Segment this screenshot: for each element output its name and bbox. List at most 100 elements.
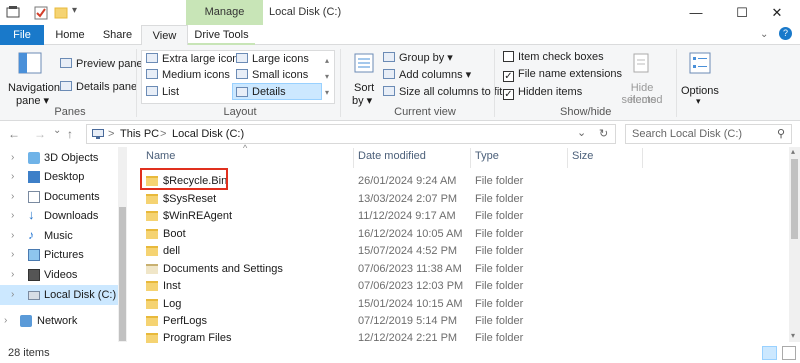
table-row[interactable]: Inst 07/06/2023 12:03 PM File folder bbox=[138, 277, 618, 296]
group-separator bbox=[340, 49, 341, 117]
nav-item-pictures[interactable]: › Pictures bbox=[0, 245, 118, 265]
group-by-button[interactable]: Group by ▾ bbox=[383, 51, 453, 64]
qat-customize-icon[interactable]: ▾ bbox=[72, 5, 77, 16]
this-pc-icon bbox=[92, 129, 104, 139]
add-columns-icon bbox=[383, 69, 395, 79]
column-divider[interactable] bbox=[567, 148, 568, 168]
sort-by-button[interactable]: Sort by ▾ bbox=[350, 50, 380, 107]
breadcrumb-local-disk[interactable]: Local Disk (C:) bbox=[172, 128, 244, 140]
checkbox-checked-icon: ✓ bbox=[503, 89, 514, 100]
tab-view[interactable]: View bbox=[141, 25, 188, 46]
collapse-ribbon-icon[interactable]: ⌄ bbox=[760, 29, 768, 40]
hidden-items-checkbox[interactable]: ✓ Hidden items bbox=[503, 86, 582, 100]
title-bar: ▾ Manage Local Disk (C:) — ☐ ✕ bbox=[0, 0, 800, 25]
column-header-date[interactable]: Date modified bbox=[358, 150, 426, 162]
chevron-right-icon[interactable]: › bbox=[11, 245, 14, 265]
nav-item-videos[interactable]: › Videos bbox=[0, 265, 118, 285]
3d-objects-icon bbox=[28, 152, 40, 164]
nav-item-network[interactable]: › Network bbox=[0, 311, 118, 331]
file-list: ^ Name Date modified Type Size $Recycle.… bbox=[130, 143, 790, 344]
refresh-button[interactable]: ↻ bbox=[599, 127, 608, 140]
checkbox-unchecked bbox=[503, 51, 514, 62]
layout-small-icons[interactable]: Small icons bbox=[236, 69, 308, 81]
chevron-right-icon[interactable]: › bbox=[11, 285, 14, 305]
nav-item-desktop[interactable]: › Desktop bbox=[0, 167, 118, 187]
videos-icon bbox=[28, 269, 40, 281]
breadcrumb-this-pc[interactable]: This PC bbox=[120, 128, 159, 140]
nav-item-documents[interactable]: › Documents bbox=[0, 187, 118, 207]
medium-icons-icon bbox=[146, 69, 158, 79]
tab-share[interactable]: Share bbox=[96, 25, 139, 45]
group-by-icon bbox=[383, 52, 395, 62]
new-folder-icon[interactable] bbox=[54, 5, 68, 20]
minimize-button[interactable]: — bbox=[673, 0, 719, 25]
chevron-right-icon[interactable]: › bbox=[11, 148, 14, 168]
properties-icon[interactable] bbox=[6, 5, 20, 20]
navigation-pane-scrollbar[interactable] bbox=[118, 147, 127, 342]
address-bar[interactable]: > This PC > Local Disk (C:) ⌄ ↻ bbox=[86, 124, 616, 144]
chevron-right-icon[interactable]: › bbox=[11, 167, 14, 187]
table-row[interactable]: $WinREAgent 11/12/2024 9:17 AM File folder bbox=[138, 207, 618, 226]
nav-item-3d-objects[interactable]: › 3D Objects bbox=[0, 148, 118, 168]
navigation-pane-button[interactable]: Navigation pane ▾ bbox=[8, 50, 60, 107]
desktop-icon bbox=[28, 171, 40, 183]
nav-item-music[interactable]: › ♪ Music bbox=[0, 226, 118, 246]
large-icons-view-icon[interactable] bbox=[782, 346, 796, 360]
back-button[interactable]: ← bbox=[8, 127, 20, 141]
large-icons-icon bbox=[236, 53, 248, 63]
column-divider[interactable] bbox=[353, 148, 354, 168]
up-button[interactable]: ↑ bbox=[67, 127, 73, 141]
downloads-icon: ↓ bbox=[28, 207, 35, 222]
tab-drive-tools[interactable]: Drive Tools bbox=[188, 25, 255, 45]
tab-manage[interactable]: Manage bbox=[186, 0, 263, 25]
layout-details[interactable]: Details bbox=[232, 83, 322, 100]
forward-button[interactable]: → bbox=[34, 127, 46, 141]
search-input[interactable]: Search Local Disk (C:) ⚲ bbox=[625, 124, 792, 144]
nav-item-local-disk[interactable]: › Local Disk (C:) bbox=[0, 285, 118, 305]
chevron-right-icon[interactable]: › bbox=[4, 311, 7, 331]
checklist-icon[interactable] bbox=[34, 5, 48, 20]
tab-home[interactable]: Home bbox=[50, 25, 90, 45]
options-icon bbox=[689, 52, 711, 74]
table-row[interactable]: dell 15/07/2024 4:52 PM File folder bbox=[138, 242, 618, 261]
scroll-down-icon[interactable]: ▾ bbox=[791, 331, 795, 340]
chevron-right-icon[interactable]: › bbox=[11, 187, 14, 207]
file-name-extensions-checkbox[interactable]: ✓ File name extensions bbox=[503, 68, 622, 82]
column-header-type[interactable]: Type bbox=[475, 150, 499, 162]
item-check-boxes-checkbox[interactable]: Item check boxes bbox=[503, 51, 604, 63]
details-pane-button[interactable]: Details pane bbox=[60, 81, 137, 93]
size-columns-icon bbox=[383, 86, 395, 96]
layout-medium-icons[interactable]: Medium icons bbox=[146, 69, 230, 81]
nav-item-downloads[interactable]: › ↓ Downloads bbox=[0, 206, 118, 226]
scroll-up-icon[interactable]: ▴ bbox=[791, 147, 795, 156]
details-view-icon[interactable] bbox=[762, 346, 777, 360]
add-columns-button[interactable]: Add columns ▾ bbox=[383, 68, 471, 81]
group-label-layout: Layout bbox=[223, 106, 257, 118]
column-header-size[interactable]: Size bbox=[572, 150, 593, 162]
hide-selected-items-button[interactable]: Hide selected items bbox=[610, 50, 672, 106]
column-header-name[interactable]: Name bbox=[146, 150, 175, 162]
chevron-right-icon[interactable]: › bbox=[11, 226, 14, 246]
scrollbar-thumb[interactable] bbox=[119, 207, 126, 341]
navigation-pane-icon bbox=[18, 52, 42, 74]
chevron-right-icon[interactable]: › bbox=[11, 265, 14, 285]
address-dropdown-icon[interactable]: ⌄ bbox=[577, 126, 586, 139]
layout-scroll-arrows[interactable]: ▴ ▾ ▾ bbox=[325, 53, 329, 101]
size-all-columns-button[interactable]: Size all columns to fit bbox=[383, 86, 502, 98]
options-button[interactable]: Options ▾ bbox=[680, 50, 720, 106]
group-label-current-view: Current view bbox=[394, 106, 456, 118]
recent-locations-button[interactable]: ⌄ bbox=[53, 125, 61, 136]
column-divider[interactable] bbox=[642, 148, 643, 168]
layout-list[interactable]: List bbox=[146, 86, 179, 98]
help-icon[interactable]: ? bbox=[779, 27, 792, 40]
tab-file[interactable]: File bbox=[0, 25, 44, 45]
layout-extra-large-icons[interactable]: Extra large icons bbox=[146, 53, 244, 65]
preview-pane-button[interactable]: Preview pane bbox=[60, 58, 143, 70]
file-list-scrollbar[interactable]: ▴ ▾ bbox=[789, 147, 800, 342]
close-button[interactable]: ✕ bbox=[754, 0, 800, 25]
column-divider[interactable] bbox=[470, 148, 471, 168]
music-icon: ♪ bbox=[28, 228, 34, 242]
scrollbar-thumb[interactable] bbox=[791, 159, 798, 239]
chevron-right-icon[interactable]: › bbox=[11, 206, 14, 226]
layout-large-icons[interactable]: Large icons bbox=[236, 53, 309, 65]
